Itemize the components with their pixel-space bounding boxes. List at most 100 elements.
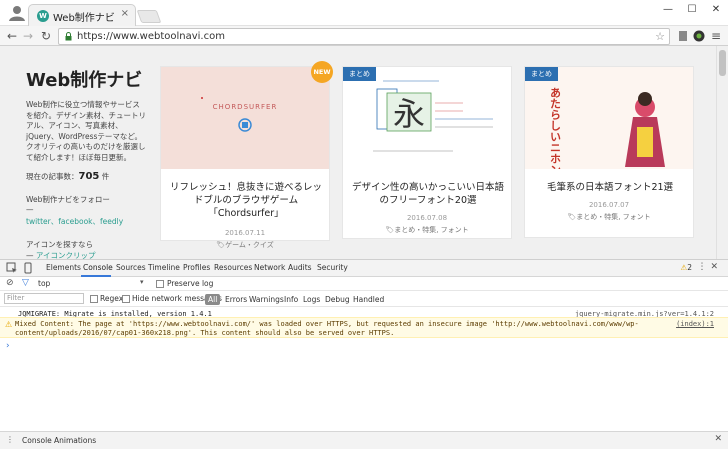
icon-finder: アイコンを探すなら — アイコンクリップ — [26, 239, 146, 259]
address-bar[interactable]: https://www.webtoolnavi.com ☆ — [58, 28, 670, 45]
device-mode-icon[interactable] — [22, 262, 34, 274]
level-handled[interactable]: Handled — [350, 294, 387, 305]
lock-icon — [65, 32, 72, 41]
level-info[interactable]: Info — [281, 294, 301, 305]
browser-toolbar: ← → ↻ https://www.webtoolnavi.com ☆ ≡ — [0, 26, 728, 46]
follow-label: Web制作ナビをフォロー — [26, 195, 110, 204]
regex-checkbox[interactable] — [90, 295, 98, 303]
url-text: https://www.webtoolnavi.com — [77, 31, 225, 42]
article-thumbnail[interactable]: CHORDSURFER — [161, 67, 329, 169]
minimize-button[interactable]: — — [656, 0, 680, 20]
filter-input[interactable]: Filter — [4, 293, 84, 304]
article-tags[interactable]: 🏷ゲーム・クイズ — [161, 240, 329, 250]
article-tags[interactable]: 🏷まとめ・特集, フォント — [525, 212, 693, 222]
tab-sources[interactable]: Sources — [116, 263, 146, 272]
scroll-thumb[interactable] — [719, 50, 726, 76]
bookmark-star-icon[interactable]: ☆ — [655, 30, 665, 43]
preserve-log-checkbox[interactable] — [156, 280, 164, 288]
preserve-log-label: Preserve log — [167, 279, 214, 288]
article-tags[interactable]: 🏷まとめ・特集, フォント — [343, 225, 511, 235]
article-date: 2016.07.08 — [406, 214, 448, 222]
console-warning-message: ⚠ Mixed Content: The page at 'https://ww… — [0, 317, 728, 338]
window-controls: — ☐ ✕ — [656, 0, 728, 20]
drawer-tab-console[interactable]: Console — [22, 436, 52, 445]
article-title[interactable]: リフレッシュ！息抜きに遊べるレッドブルのブラウザゲーム「Chordsurfer」 — [169, 181, 323, 220]
article-date: 2016.07.07 — [588, 201, 630, 209]
forward-arrow-icon[interactable]: → — [20, 28, 36, 44]
extension-globe-icon[interactable] — [692, 29, 706, 43]
follow-dash: — — [26, 205, 34, 214]
tab-security[interactable]: Security — [317, 263, 348, 272]
level-logs[interactable]: Logs — [300, 294, 323, 305]
page-scrollbar[interactable] — [716, 46, 728, 259]
tab-title: Web制作ナビ — [53, 13, 115, 24]
filter-icon[interactable]: ▽ — [22, 278, 29, 288]
social-links: twitter、facebook、feedly — [26, 216, 146, 227]
warning-source-link[interactable]: (index):1 — [676, 320, 714, 328]
context-select[interactable]: top — [38, 279, 50, 288]
tab-close-icon[interactable]: × — [121, 8, 129, 19]
article-card[interactable]: CHORDSURFER NEW リフレッシュ！息抜きに遊べるレッドブルのブラウザ… — [160, 61, 333, 249]
article-card[interactable]: 永 まとめ デザイン性の高いかっこいい日本語のフリーフォント20選 2016.0… — [342, 66, 512, 239]
warning-count-value: 2 — [687, 263, 692, 272]
warning-icon: ⚠ — [5, 320, 13, 329]
icon-clip-link[interactable]: アイコンクリップ — [36, 251, 96, 259]
tab-console[interactable]: Console — [83, 263, 113, 272]
inspect-element-icon[interactable] — [6, 262, 18, 274]
article-tags-text[interactable]: まとめ・特集, フォント — [576, 213, 650, 221]
article-title[interactable]: デザイン性の高いかっこいい日本語のフリーフォント20選 — [351, 181, 505, 207]
level-all[interactable]: All — [205, 294, 221, 305]
regex-label: Regex — [100, 294, 124, 303]
category-badge: まとめ — [343, 67, 376, 81]
close-window-button[interactable]: ✕ — [704, 0, 728, 20]
drawer-close-icon[interactable]: ✕ — [714, 434, 722, 444]
twitter-link[interactable]: twitter — [26, 217, 51, 226]
social-separator: 、 — [92, 217, 101, 226]
hide-network-checkbox[interactable] — [122, 295, 130, 303]
devtools-tabbar: Elements Console Sources Timeline Profil… — [0, 260, 728, 277]
article-count: 現在の記事数：705 件 — [26, 171, 146, 182]
devtools-menu-icons[interactable]: ⋮✕ — [697, 262, 722, 272]
user-profile-icon[interactable] — [6, 4, 28, 22]
warning-line-1: Mixed Content: The page at 'https://www.… — [15, 320, 639, 328]
tab-network[interactable]: Network — [254, 263, 285, 272]
console-toolbar: ⊘ ▽ top ▾ Preserve log — [0, 277, 728, 291]
drawer-menu-icon[interactable]: ⋮ — [6, 435, 14, 444]
count-unit: 件 — [101, 172, 110, 181]
site-sidebar: Web制作ナビ Web制作に役立つ情報やサービスを紹介。デザイン素材、チュートリ… — [26, 66, 146, 259]
thumb-text: あたらしいニホンのフォントが — [549, 87, 562, 169]
facebook-link[interactable]: facebook — [58, 217, 92, 226]
count-label: 現在の記事数： — [26, 172, 79, 181]
count-value: 705 — [78, 171, 100, 182]
tab-elements[interactable]: Elements — [46, 263, 81, 272]
feedly-link[interactable]: feedly — [100, 217, 123, 226]
article-card[interactable]: あたらしいニホンのフォントが まとめ 毛筆系の日本語フォント21選 2016.0… — [524, 66, 694, 238]
page-viewport: Web制作ナビ Web制作に役立つ情報やサービスを紹介。デザイン素材、チュートリ… — [0, 46, 728, 259]
menu-icon[interactable]: ≡ — [708, 28, 724, 44]
maximize-button[interactable]: ☐ — [680, 0, 704, 20]
tab-resources[interactable]: Resources — [214, 263, 252, 272]
thumb-text: CHORDSURFER — [213, 103, 278, 111]
article-title[interactable]: 毛筆系の日本語フォント21選 — [533, 181, 687, 194]
article-tags-text[interactable]: ゲーム・クイズ — [225, 241, 274, 249]
tab-audits[interactable]: Audits — [288, 263, 312, 272]
article-tags-text[interactable]: まとめ・特集, フォント — [394, 226, 468, 234]
console-prompt[interactable]: › — [6, 341, 10, 351]
tab-profiles[interactable]: Profiles — [183, 263, 210, 272]
clear-console-icon[interactable]: ⊘ — [6, 278, 14, 288]
warning-count[interactable]: ⚠2 — [680, 263, 692, 272]
category-badge: まとめ — [525, 67, 558, 81]
new-tab-button[interactable] — [136, 10, 162, 23]
article-thumbnail[interactable]: あたらしいニホンのフォントが — [525, 67, 693, 169]
warning-line-2: content/uploads/2016/07/cap01-360x218.pn… — [15, 329, 395, 337]
back-arrow-icon[interactable]: ← — [4, 28, 20, 44]
site-title[interactable]: Web制作ナビ — [26, 66, 146, 92]
context-dropdown-icon[interactable]: ▾ — [140, 278, 144, 286]
browser-tab[interactable]: W Web制作ナビ × — [28, 4, 136, 26]
level-debug[interactable]: Debug — [322, 294, 353, 305]
tab-timeline[interactable]: Timeline — [148, 263, 180, 272]
drawer-tab-animations[interactable]: Animations — [54, 436, 96, 445]
reload-icon[interactable]: ↻ — [38, 28, 54, 44]
extension-doc-icon[interactable] — [676, 29, 690, 43]
article-thumbnail[interactable]: 永 — [343, 67, 511, 169]
